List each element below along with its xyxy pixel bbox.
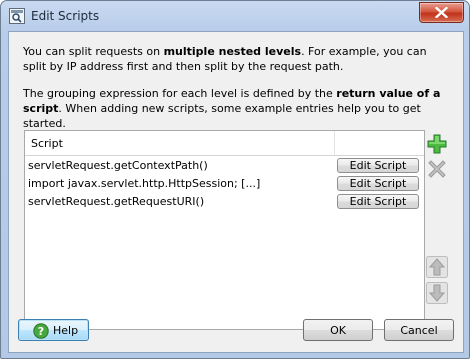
plus-icon	[427, 134, 447, 154]
arrow-up-icon	[426, 256, 448, 278]
window-title: Edit Scripts	[31, 9, 100, 23]
help-icon: ?	[33, 323, 49, 347]
script-cell[interactable]: servletRequest.getContextPath()	[28, 159, 208, 172]
help-button[interactable]: ? Help	[18, 319, 89, 341]
column-header-script: Script	[31, 137, 63, 150]
intro-bold-text: multiple nested levels	[163, 45, 302, 58]
svg-text:?: ?	[38, 325, 44, 338]
table-row[interactable]: servletRequest.getRequestURI() Edit Scri…	[25, 193, 424, 211]
table-row[interactable]: servletRequest.getContextPath() Edit Scr…	[25, 157, 424, 175]
intro-text: . When adding new scripts, some example …	[23, 102, 421, 130]
edit-scripts-dialog: Edit Scripts You can split requests on m…	[0, 0, 470, 359]
close-icon	[435, 7, 448, 18]
scripts-table[interactable]: Script servletRequest.getContextPath() E…	[24, 130, 425, 330]
intro-text: The grouping expression for each level i…	[23, 87, 337, 100]
app-icon	[9, 8, 25, 24]
ok-button[interactable]: OK	[303, 319, 373, 341]
table-row[interactable]: import javax.servlet.http.HttpSession; […	[25, 175, 424, 193]
close-button[interactable]	[419, 2, 464, 23]
edit-script-button[interactable]: Edit Script	[337, 176, 419, 191]
move-up-button[interactable]	[426, 256, 448, 278]
script-cell[interactable]: import javax.servlet.http.HttpSession; […	[28, 177, 260, 190]
intro-paragraph-1: You can split requests on multiple neste…	[23, 44, 453, 74]
remove-script-button[interactable]	[426, 158, 448, 180]
table-header: Script	[25, 131, 424, 156]
title-bar: Edit Scripts	[1, 1, 469, 31]
move-down-button[interactable]	[426, 282, 448, 304]
edit-script-button[interactable]: Edit Script	[337, 158, 419, 173]
help-label: Help	[53, 324, 79, 337]
add-script-button[interactable]	[426, 133, 448, 155]
dialog-content: You can split requests on multiple neste…	[8, 31, 464, 353]
intro-text: You can split requests on	[23, 45, 164, 58]
intro-paragraph-2: The grouping expression for each level i…	[23, 86, 453, 131]
cross-icon	[428, 160, 446, 178]
column-divider	[334, 131, 335, 155]
cancel-button[interactable]: Cancel	[384, 319, 454, 341]
edit-script-button[interactable]: Edit Script	[337, 194, 419, 209]
script-cell[interactable]: servletRequest.getRequestURI()	[28, 195, 204, 208]
arrow-down-icon	[426, 282, 448, 304]
